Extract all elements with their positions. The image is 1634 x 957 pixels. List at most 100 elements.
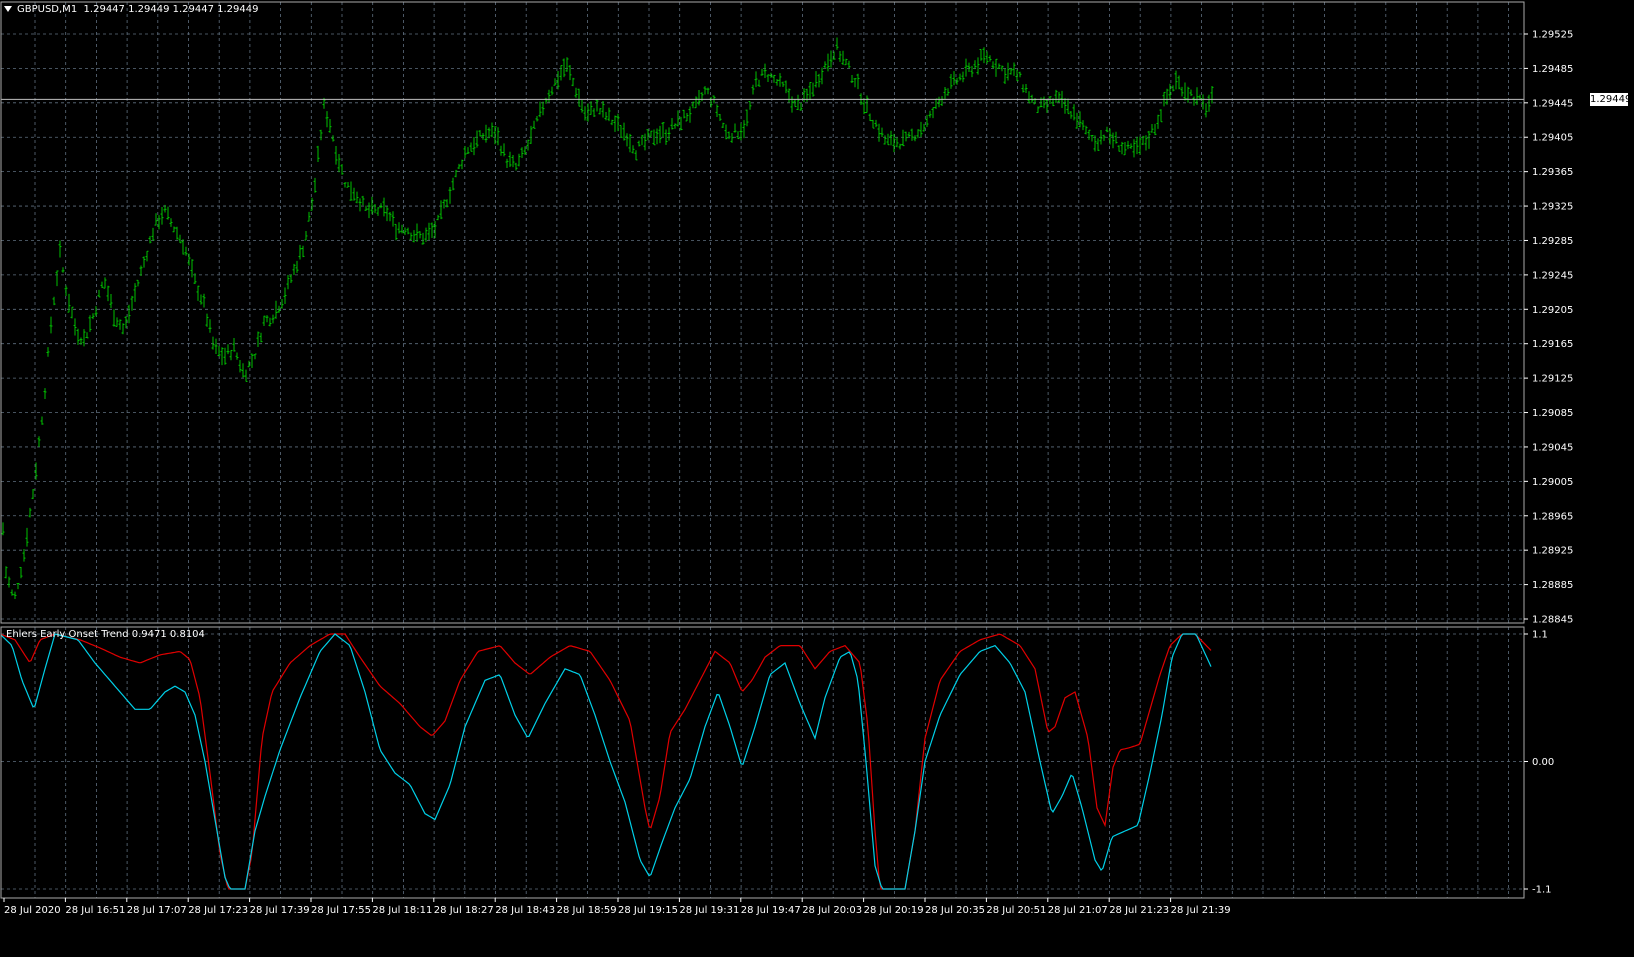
price-bar	[64, 285, 68, 297]
price-bar	[811, 82, 815, 97]
price-bar	[430, 222, 434, 238]
price-bar	[13, 591, 17, 599]
price-bar	[721, 122, 725, 129]
price-bar	[22, 548, 26, 562]
price-bar	[238, 359, 242, 373]
price-tick-label: 1.29125	[1532, 374, 1573, 385]
price-bar	[703, 86, 707, 95]
price-bar	[1174, 70, 1178, 90]
price-bar	[283, 287, 287, 304]
price-bar	[961, 71, 965, 83]
price-bar	[208, 319, 212, 333]
price-bar	[994, 58, 998, 77]
price-bar	[211, 336, 215, 350]
price-bar	[532, 120, 536, 129]
price-bar	[763, 63, 767, 78]
price-bar	[550, 86, 554, 96]
price-bar	[991, 61, 995, 69]
symbol-dropdown-icon[interactable]	[4, 6, 12, 12]
time-tick-label: 28 Jul 17:55	[311, 905, 371, 916]
time-tick-label: 28 Jul 2020	[4, 905, 61, 916]
price-bar	[850, 75, 854, 83]
price-bar	[466, 147, 470, 154]
price-tick-label: 1.29205	[1532, 305, 1573, 316]
price-bar	[151, 227, 155, 241]
price-bar	[1042, 96, 1046, 109]
price-bar	[604, 111, 608, 121]
price-bar	[328, 119, 332, 133]
price-bar	[913, 135, 917, 142]
price-bar	[436, 214, 440, 221]
price-bar	[796, 94, 800, 110]
price-bar	[307, 211, 311, 222]
price-bar	[943, 86, 947, 100]
price-bar	[877, 123, 881, 142]
price-bar	[487, 127, 491, 139]
price-bar	[667, 127, 671, 141]
price-bar	[316, 145, 320, 163]
price-bar	[118, 319, 122, 330]
symbol-name: GBPUSD,M1	[17, 4, 78, 15]
price-bars[interactable]	[1, 37, 1214, 599]
price-bar	[856, 73, 860, 90]
price-bar	[115, 317, 119, 327]
price-bar	[1, 522, 5, 536]
price-bar	[145, 250, 149, 262]
price-bar	[895, 137, 899, 148]
price-bar	[718, 113, 722, 121]
price-bar	[4, 566, 8, 579]
price-bar	[1081, 120, 1085, 131]
price-bar	[490, 122, 494, 138]
price-bar	[985, 51, 989, 64]
price-bar	[967, 62, 971, 72]
trading-chart[interactable]: 1.29525 1.29485 1.29445 1.29405 1.29365 1.293…	[0, 0, 1634, 957]
price-bar	[715, 104, 719, 117]
price-bar	[568, 65, 572, 81]
price-bar	[376, 207, 380, 216]
price-bar	[1117, 145, 1121, 152]
price-bar	[472, 136, 476, 156]
price-bar	[52, 296, 56, 306]
price-bar	[1159, 109, 1163, 123]
price-bar	[496, 127, 500, 146]
price-bar	[397, 222, 401, 234]
price-bar	[220, 347, 224, 366]
price-bar	[829, 50, 833, 68]
price-bar	[157, 215, 161, 230]
price-bar	[181, 239, 185, 255]
price-bar	[1150, 123, 1154, 133]
price-bar	[37, 436, 41, 447]
price-bar	[790, 96, 794, 113]
price-bar	[778, 73, 782, 87]
price-bar	[1057, 91, 1061, 103]
price-bar	[406, 227, 410, 235]
price-bar	[607, 107, 611, 122]
price-bar	[1147, 130, 1151, 149]
price-bar	[658, 125, 662, 144]
price-bar	[1018, 71, 1022, 78]
price-bar	[463, 146, 467, 159]
price-bar	[616, 113, 620, 132]
price-bar	[1054, 89, 1058, 104]
price-bar	[1102, 134, 1106, 141]
price-bar	[1024, 84, 1028, 93]
price-bar	[958, 73, 962, 81]
price-tick-label: 1.28925	[1532, 546, 1573, 557]
price-bar	[202, 293, 206, 308]
price-bar	[874, 119, 878, 128]
price-bar	[565, 57, 569, 72]
price-bar	[271, 314, 275, 324]
price-bar	[1165, 88, 1169, 105]
price-bar	[103, 277, 107, 289]
price-bar	[673, 123, 677, 129]
price-bar	[628, 133, 632, 153]
price-bar	[217, 345, 221, 357]
price-tick-label: 1.29525	[1532, 30, 1573, 41]
indicator-values: 0.9471 0.8104	[131, 629, 205, 640]
price-bar	[820, 67, 824, 85]
time-tick-label: 28 Jul 18:27	[434, 905, 494, 916]
indicator-name: Ehlers Early Onset Trend	[6, 629, 129, 640]
price-bar	[970, 65, 974, 78]
price-bar	[241, 363, 245, 378]
price-bar	[1210, 86, 1214, 104]
